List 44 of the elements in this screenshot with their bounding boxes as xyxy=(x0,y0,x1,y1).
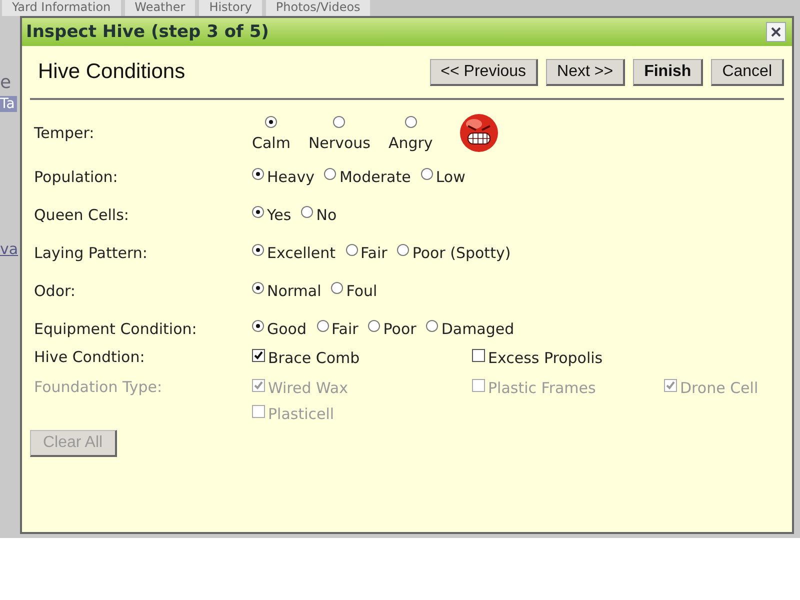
radio-option[interactable]: Foul xyxy=(331,281,378,301)
checkbox-icon[interactable] xyxy=(252,349,265,362)
field-label: Equipment Condition: xyxy=(33,320,198,338)
radio-option[interactable]: Good xyxy=(252,319,306,339)
radio-option[interactable]: Poor (Spotty) xyxy=(397,243,511,263)
radio-option[interactable]: Fair xyxy=(316,319,358,339)
background-text: e xyxy=(0,72,12,93)
radio-option[interactable]: Normal xyxy=(252,281,322,301)
radio-option[interactable]: Angry xyxy=(388,114,433,152)
dialog-button[interactable]: Next >> xyxy=(546,58,626,86)
field-label: Temper: xyxy=(33,124,96,142)
radio-option[interactable]: Yes xyxy=(252,205,292,225)
radio-option[interactable]: Nervous xyxy=(308,114,370,152)
field-label: Laying Pattern: xyxy=(33,244,148,262)
radio-option[interactable]: Calm xyxy=(252,114,290,152)
checkbox-option[interactable]: Excess Propolis xyxy=(472,348,664,368)
background-tab[interactable]: Photos/Videos xyxy=(266,0,370,16)
field-label: Population: xyxy=(33,168,119,186)
radio-option[interactable]: Heavy xyxy=(252,167,314,187)
radio-option[interactable]: Poor xyxy=(368,319,416,339)
radio-option[interactable]: Excellent xyxy=(252,243,336,263)
background-tab[interactable]: Weather xyxy=(124,0,196,16)
checkbox-icon[interactable] xyxy=(472,349,485,362)
background-link[interactable]: va xyxy=(0,240,18,258)
field-label: Foundation Type: xyxy=(33,378,164,396)
radio-option[interactable]: Fair xyxy=(346,243,388,263)
angry-emoji-icon xyxy=(458,113,499,153)
radio-option[interactable]: Damaged xyxy=(426,319,514,339)
dialog-button[interactable]: << Previous xyxy=(430,58,538,86)
field-label: Odor: xyxy=(33,282,76,300)
close-icon[interactable] xyxy=(766,22,786,42)
background-tab[interactable]: History xyxy=(199,0,262,16)
dialog-button[interactable]: Finish xyxy=(633,58,704,86)
radio-option[interactable]: Low xyxy=(420,167,466,187)
field-label: Queen Cells: xyxy=(33,206,130,224)
window-title: Inspect Hive (step 3 of 5) xyxy=(26,22,269,42)
radio-option[interactable]: Moderate xyxy=(324,167,411,187)
section-heading: Hive Conditions xyxy=(38,60,186,84)
background-header: Ta xyxy=(0,96,17,112)
radio-option[interactable]: No xyxy=(301,205,337,225)
dialog-button[interactable]: Cancel xyxy=(711,58,784,86)
background-tab[interactable]: Yard Information xyxy=(2,0,121,16)
field-label: Hive Condtion: xyxy=(33,348,146,366)
checkbox-option[interactable]: Brace Comb xyxy=(252,348,472,368)
